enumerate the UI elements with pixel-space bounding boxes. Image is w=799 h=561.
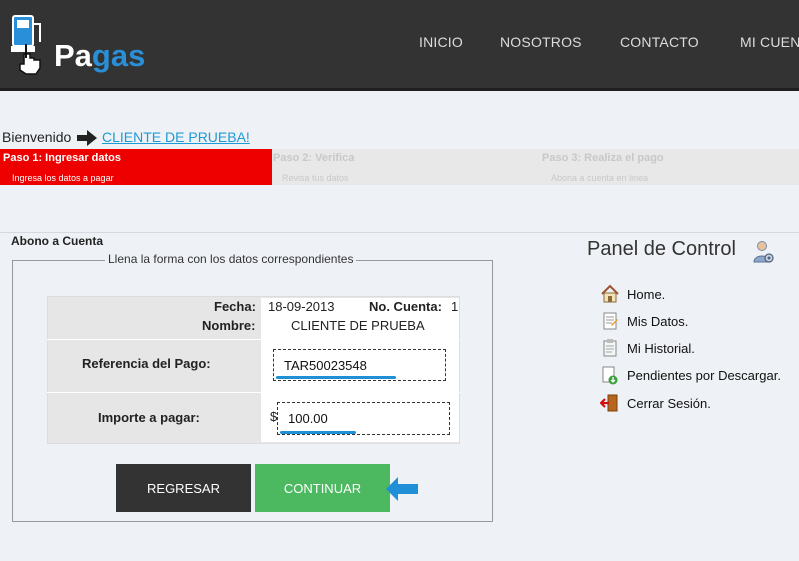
step-1-title: Paso 1: Ingresar datos (3, 152, 121, 164)
row-separator (47, 392, 460, 393)
cuenta-label: No. Cuenta: (369, 299, 442, 314)
step-3-subtitle: Abona a cuenta en linea (551, 173, 649, 183)
nav-nosotros[interactable]: NOSOTROS (500, 34, 582, 50)
logout-icon (600, 394, 618, 412)
step-3-title: Paso 3: Realiza el pago (542, 152, 664, 164)
welcome-label: Bienvenido (2, 129, 72, 145)
back-button[interactable]: REGRESAR (116, 464, 251, 512)
download-icon (602, 366, 618, 385)
step-1-subtitle: Ingresa los datos a pagar (12, 173, 114, 183)
panel-item-mis-datos[interactable]: Mis Datos. (600, 311, 799, 333)
history-icon (603, 339, 617, 357)
panel-item-label: Cerrar Sesión. (627, 396, 711, 411)
nombre-value: CLIENTE DE PRUEBA (291, 318, 425, 333)
panel-item-label: Home. (627, 287, 666, 302)
site-header: Pagas INICIO NOSOTROS CONTACTO MI CUENTA (0, 0, 799, 91)
site-logo[interactable]: Pagas (10, 14, 170, 76)
fecha-value: 18-09-2013 (268, 299, 335, 314)
panel-title: Panel de Control (587, 238, 736, 260)
panel-item-label: Pendientes por Descargar. (627, 368, 781, 383)
panel-item-pendientes[interactable]: Pendientes por Descargar. (600, 365, 799, 387)
nombre-label: Nombre: (202, 318, 256, 333)
step-2-subtitle: Revisa tus datos (282, 173, 349, 183)
panel-item-label: Mi Historial. (627, 341, 695, 356)
panel-item-label: Mis Datos. (627, 314, 689, 329)
section-divider (0, 232, 799, 233)
document-icon (603, 312, 618, 330)
step-2-title: Paso 2: Verifica (273, 152, 355, 164)
referencia-label: Referencia del Pago: (82, 356, 211, 371)
importe-label: Importe a pagar: (98, 410, 200, 425)
panel-item-home[interactable]: Home. (600, 284, 799, 306)
cuenta-value: 1 (451, 299, 459, 314)
panel-item-cerrar-sesion[interactable]: Cerrar Sesión. (600, 393, 799, 415)
user-settings-icon (753, 241, 774, 263)
arrow-right-icon (77, 130, 97, 146)
panel-item-mi-historial[interactable]: Mi Historial. (600, 338, 799, 360)
form-legend: Llena la forma con los datos correspondi… (105, 252, 357, 266)
client-name-link[interactable]: CLIENTE DE PRUEBA! (102, 129, 250, 145)
home-icon (601, 284, 619, 303)
pointer-arrow-icon (386, 477, 418, 501)
annotation-underline (280, 431, 356, 434)
pump-hand-icon (11, 15, 41, 75)
nav-contacto[interactable]: CONTACTO (620, 34, 699, 50)
row-separator (47, 339, 460, 340)
nav-mi-cuenta[interactable]: MI CUENTA (740, 34, 799, 50)
continue-button[interactable]: CONTINUAR (255, 464, 390, 512)
fecha-label: Fecha: (214, 299, 256, 314)
logo-text: Pagas (54, 38, 146, 73)
nav-inicio[interactable]: INICIO (419, 34, 463, 50)
section-title: Abono a Cuenta (11, 234, 103, 248)
annotation-underline (276, 376, 396, 379)
